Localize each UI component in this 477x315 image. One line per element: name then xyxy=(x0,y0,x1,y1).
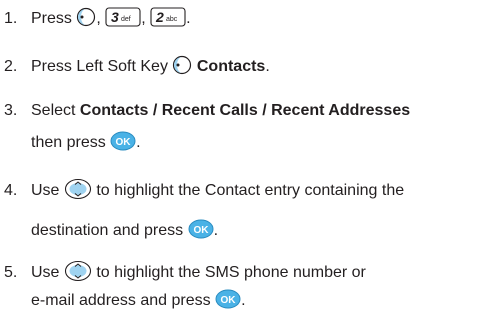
step-number: 5. xyxy=(4,264,18,281)
step-text-line-1: Use to highlight the Contact entry conta… xyxy=(31,178,405,202)
ok-key-icon: OK xyxy=(215,289,241,309)
ok-label: OK xyxy=(221,295,237,306)
step-text-after: to highlight the SMS phone number or xyxy=(96,264,366,282)
key-3-def-icon: 3 def xyxy=(105,7,141,27)
ok-key-icon: OK xyxy=(110,131,136,151)
navigation-key-icon xyxy=(64,178,92,200)
separator: , xyxy=(141,10,146,27)
ok-label: OK xyxy=(193,225,209,236)
step-number: 1. xyxy=(4,10,18,27)
step-text-before: Select xyxy=(31,102,80,119)
menu-path: Contacts / Recent Calls / Recent Address… xyxy=(79,102,411,119)
step-text-before: Use xyxy=(31,264,60,282)
step-text-line-1: Use to highlight the SMS phone number or xyxy=(31,260,366,284)
period: . xyxy=(241,292,246,309)
step-text-before: then press xyxy=(31,134,106,151)
step-text-after: to highlight the Contact entry containin… xyxy=(96,182,405,200)
step-text-before: e-mail address and press xyxy=(31,292,211,309)
softkey-label: Contacts xyxy=(196,58,266,75)
step-text-press: Press xyxy=(31,10,72,27)
navigation-key-icon xyxy=(64,260,92,282)
key-letters: abc xyxy=(166,16,178,23)
step-text-before: destination and press xyxy=(31,222,184,239)
step-text-line-2: then press OK . xyxy=(31,131,141,154)
key-digit: 2 xyxy=(155,9,164,25)
step-text-line-1: Select Contacts / Recent Calls / Recent … xyxy=(31,100,410,122)
step-number: 3. xyxy=(4,102,18,119)
step-number: 4. xyxy=(4,182,18,199)
step-text-line-2: e-mail address and press OK . xyxy=(31,289,246,312)
instruction-page: 1. Press , 3 def , 2 abc . 2. Press Left… xyxy=(0,0,477,315)
left-soft-key-icon xyxy=(76,7,96,27)
period: . xyxy=(265,58,270,75)
key-letters: def xyxy=(121,16,131,23)
step-text-line-2: destination and press OK . xyxy=(31,219,219,242)
step-number: 2. xyxy=(4,58,18,75)
left-soft-key-icon xyxy=(172,55,192,75)
step-text-before: Use xyxy=(31,182,60,200)
period: . xyxy=(136,134,141,151)
period: . xyxy=(186,10,191,27)
ok-key-icon: OK xyxy=(188,219,214,239)
period: . xyxy=(213,222,219,239)
ok-label: OK xyxy=(116,137,132,148)
separator: , xyxy=(96,10,101,27)
key-digit: 3 xyxy=(111,9,119,25)
step-text-before: Press Left Soft Key xyxy=(31,58,168,75)
key-2-abc-icon: 2 abc xyxy=(150,7,186,27)
step-text: Press Left Soft Key Contacts. xyxy=(31,55,270,78)
step-text: Press , 3 def , 2 abc . xyxy=(31,7,191,30)
